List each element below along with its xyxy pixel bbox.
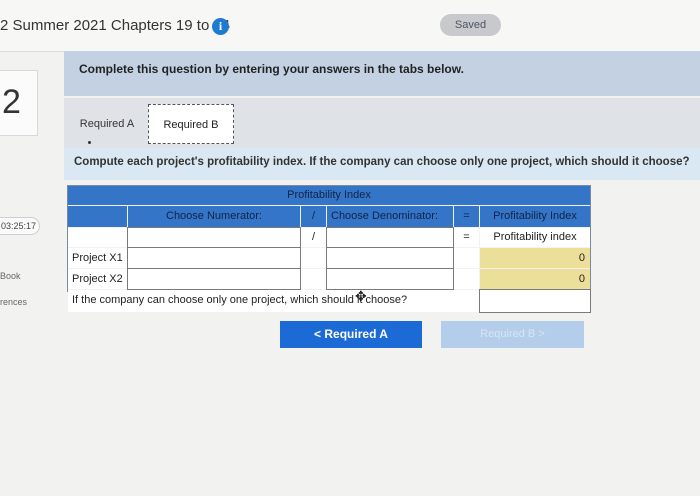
row-label-project-x1: Project X1 (68, 248, 127, 268)
choose-project-label: If the company can choose only one proje… (68, 290, 479, 312)
tab-indicator-dot (88, 141, 91, 144)
header-numerator: Choose Numerator: (128, 206, 300, 227)
top-bar: 2 Summer 2021 Chapters 19 to 24 i Saved (0, 0, 700, 52)
hand-cursor-icon: ✥ (355, 288, 367, 304)
question-number: 2 (2, 83, 21, 121)
header-equals-sign: = (454, 206, 479, 227)
project-x1-result: 0 (480, 248, 590, 268)
prev-required-a-button[interactable]: < Required A (280, 321, 422, 348)
assignment-title: 2 Summer 2021 Chapters 19 to 24 (0, 17, 231, 34)
question-number-box[interactable]: 2 (0, 70, 38, 136)
project-x1-numerator-input[interactable] (127, 247, 301, 269)
project-x1-denominator-input[interactable] (326, 247, 454, 269)
tab-required-b[interactable]: Required B (148, 104, 234, 144)
question-text: Compute each project's profitability ind… (74, 156, 690, 168)
project-x2-result: 0 (480, 269, 590, 289)
question-bar: Compute each project's profitability ind… (64, 148, 700, 180)
ebook-link[interactable]: Book (0, 271, 21, 281)
row-label-project-x2: Project X2 (68, 269, 127, 289)
numerator-select[interactable] (127, 227, 301, 248)
formula-divide-sign: / (301, 228, 326, 247)
header-divide-sign: / (301, 206, 326, 227)
header-profitability-index: Profitability Index (480, 206, 590, 227)
timer: 03:25:17 (0, 217, 40, 235)
formula-equals-sign: = (454, 228, 479, 247)
project-x1-equals-cell (454, 248, 479, 268)
header-denominator: Choose Denominator: (327, 206, 453, 227)
instructions-text: Complete this question by entering your … (79, 62, 464, 76)
denominator-select[interactable] (326, 227, 454, 248)
references-link[interactable]: rences (0, 297, 27, 307)
saved-status-badge: Saved (440, 14, 501, 36)
table-header-label-cell (68, 206, 127, 227)
project-x2-denominator-input[interactable] (326, 268, 454, 290)
project-x2-divide-cell (301, 269, 326, 289)
info-icon[interactable]: i (212, 18, 229, 35)
choose-project-select[interactable] (479, 289, 591, 313)
tab-required-a[interactable]: Required A (68, 104, 146, 144)
next-required-b-button[interactable]: Required B > (441, 321, 584, 348)
project-x2-numerator-input[interactable] (127, 268, 301, 290)
formula-result-label: Profitability index (480, 228, 590, 247)
project-x2-equals-cell (454, 269, 479, 289)
formula-label-cell (68, 228, 127, 247)
instructions-bar: Complete this question by entering your … (64, 51, 700, 96)
table-title: Profitability Index (68, 186, 590, 205)
project-x1-divide-cell (301, 248, 326, 268)
